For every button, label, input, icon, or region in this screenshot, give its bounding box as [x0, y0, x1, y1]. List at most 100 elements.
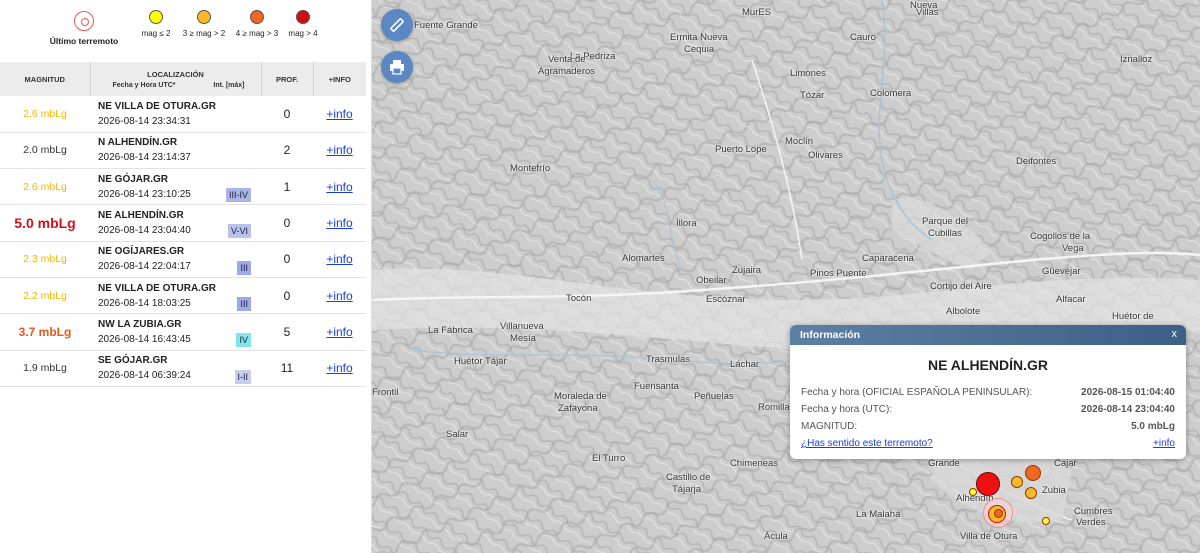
print-button[interactable] — [381, 51, 413, 83]
yellow-dot-icon — [149, 10, 163, 24]
row-location: NE GÓJAR.GR — [98, 173, 169, 185]
last-quake-icon — [74, 11, 94, 31]
place-label: Cajar — [1054, 458, 1077, 469]
row-location: NE VILLA DE OTURA.GR — [98, 282, 216, 294]
header-depth[interactable]: PROF. — [261, 62, 314, 96]
magnitude-legend: Último terremoto mag ≤ 2 3 ≥ mag > 2 4 ≥… — [0, 0, 372, 62]
row-magnitude: 5.0 mbLg — [0, 204, 90, 242]
table-row[interactable]: 2.3 mbLg NE OGÍJARES.GR 2026-08-14 22:04… — [0, 241, 366, 278]
header-magnitude[interactable]: MAGNITUD — [0, 62, 91, 96]
row-depth: 0 — [261, 204, 313, 242]
row-location-cell: NE GÓJAR.GR 2026-08-14 23:10:25 III-IV — [90, 168, 261, 206]
row-magnitude: 2.0 mbLg — [0, 132, 90, 170]
row-magnitude: 3.7 mbLg — [0, 313, 90, 351]
place-label: Montefrío — [510, 163, 551, 174]
place-label: Limones — [790, 68, 826, 79]
measure-button[interactable] — [381, 9, 413, 41]
place-label: Villa de Otura — [960, 531, 1018, 542]
row-intensity-badge: III — [237, 296, 251, 311]
row-info-link[interactable]: +info — [326, 216, 352, 230]
place-label: Mesía — [510, 333, 536, 344]
popup-links-row: ¿Has sentido este terremoto? +info — [790, 438, 1186, 455]
popup-row: Fecha y hora (UTC): 2026-08-14 23:04:40 — [790, 404, 1186, 421]
amber-dot-icon — [197, 10, 211, 24]
popup-row-value: 2026-08-15 01:04:40 — [1081, 387, 1175, 398]
earthquake-table: MAGNITUD LOCALIZACIÓN Fecha y Hora UTC* … — [0, 62, 366, 387]
place-label: Alomartes — [622, 253, 665, 264]
row-info-link[interactable]: +info — [326, 325, 352, 339]
quake-marker[interactable] — [976, 472, 1000, 496]
row-location-cell: N ALHENDÍN.GR 2026-08-14 23:14:37 — [90, 132, 261, 170]
table-row[interactable]: 3.7 mbLg NW LA ZUBIA.GR 2026-08-14 16:43… — [0, 313, 366, 351]
row-info-link[interactable]: +info — [326, 289, 352, 303]
place-label: La Malahá — [856, 509, 901, 520]
place-label: Vega — [1062, 243, 1084, 254]
place-label: Venta de — [548, 54, 586, 65]
place-label: Fuensanta — [634, 381, 679, 392]
place-label: Chimeneas — [730, 458, 779, 469]
popup-info-link[interactable]: +info — [1153, 438, 1175, 455]
row-magnitude: 2.3 mbLg — [0, 241, 90, 278]
place-label: Parque del — [922, 216, 968, 227]
row-location: NW LA ZUBIA.GR — [98, 318, 182, 330]
legend-label: 4 ≥ mag > 3 — [235, 29, 279, 38]
row-depth: 1 — [261, 168, 313, 206]
place-label: Peñuelas — [694, 391, 734, 402]
map-view[interactable]: Fuente Grande MurES La Pedriza Ermita Nu… — [372, 0, 1200, 553]
row-depth: 0 — [261, 96, 313, 133]
popup-row: MAGNITUD: 5.0 mbLg — [790, 421, 1186, 438]
row-magnitude: 2.2 mbLg — [0, 277, 90, 315]
place-label: Íllora — [676, 218, 697, 229]
table-row[interactable]: 2.6 mbLg NE GÓJAR.GR 2026-08-14 23:10:25… — [0, 168, 366, 206]
place-label: Salar — [446, 429, 469, 440]
place-label: Huétor Tájar — [454, 356, 507, 367]
place-label: Zubia — [1042, 485, 1066, 496]
table-row[interactable]: 1.9 mbLg SE GÓJAR.GR 2026-08-14 06:39:24… — [0, 350, 366, 387]
row-datetime: 2026-08-14 23:34:31 — [98, 115, 191, 127]
header-location[interactable]: LOCALIZACIÓN Fecha y Hora UTC* Int. [máx… — [90, 62, 262, 96]
place-label: Villas — [916, 7, 939, 18]
row-info-link[interactable]: +info — [326, 361, 352, 375]
row-depth: 0 — [261, 241, 313, 278]
place-label: Romilla — [758, 402, 790, 413]
quake-marker[interactable] — [969, 488, 977, 496]
legend-mag-le-2: mag ≤ 2 — [138, 10, 174, 38]
place-label: Villanueva — [500, 321, 544, 332]
popup-title: NE ALHENDÍN.GR — [927, 357, 1049, 373]
info-popup: Información x NE ALHENDÍN.GR Fecha y hor… — [790, 325, 1186, 459]
row-location: NE VILLA DE OTURA.GR — [98, 100, 216, 112]
place-label: Caparacena — [862, 253, 914, 264]
row-magnitude: 2.6 mbLg — [0, 168, 90, 206]
ruler-icon — [390, 18, 404, 32]
popup-row-label: Fecha y hora (OFICIAL ESPAÑOLA PENINSULA… — [801, 387, 1033, 398]
quake-marker[interactable] — [1025, 465, 1041, 481]
place-label: Ácula — [764, 531, 788, 542]
table-row[interactable]: 2.0 mbLg N ALHENDÍN.GR 2026-08-14 23:14:… — [0, 132, 366, 170]
row-location-cell: NE VILLA DE OTURA.GR 2026-08-14 18:03:25… — [90, 277, 261, 315]
row-depth: 2 — [261, 132, 313, 170]
place-label: Colomera — [870, 88, 912, 99]
row-info-link[interactable]: +info — [326, 107, 352, 121]
row-info-link[interactable]: +info — [326, 252, 352, 266]
table-row[interactable]: 2.6 mbLg NE VILLA DE OTURA.GR 2026-08-14… — [0, 96, 366, 133]
place-label: Ermita Nueva — [670, 32, 728, 43]
row-location: N ALHENDÍN.GR — [98, 137, 178, 149]
felt-quake-link[interactable]: ¿Has sentido este terremoto? — [801, 438, 933, 455]
row-depth: 11 — [261, 350, 313, 387]
table-row[interactable]: 2.2 mbLg NE VILLA DE OTURA.GR 2026-08-14… — [0, 277, 366, 315]
quake-marker[interactable] — [994, 509, 1003, 518]
close-icon[interactable]: x — [1172, 328, 1178, 340]
earthquake-list-panel: Último terremoto mag ≤ 2 3 ≥ mag > 2 4 ≥… — [0, 0, 372, 553]
quake-marker[interactable] — [1042, 517, 1050, 525]
row-info-link[interactable]: +info — [326, 180, 352, 194]
place-label: Olivares — [808, 150, 843, 161]
place-label: Agramaderos — [538, 66, 596, 77]
table-row[interactable]: 5.0 mbLg NE ALHENDÍN.GR 2026-08-14 23:04… — [0, 204, 366, 242]
quake-marker[interactable] — [1025, 487, 1037, 499]
place-label: Cubillas — [928, 228, 962, 239]
quake-marker[interactable] — [1011, 476, 1023, 488]
row-info-link[interactable]: +info — [326, 143, 352, 157]
row-intensity-badge: I-II — [234, 369, 251, 384]
place-label: La Fábrica — [428, 325, 473, 336]
place-label: Tózar — [800, 90, 825, 101]
